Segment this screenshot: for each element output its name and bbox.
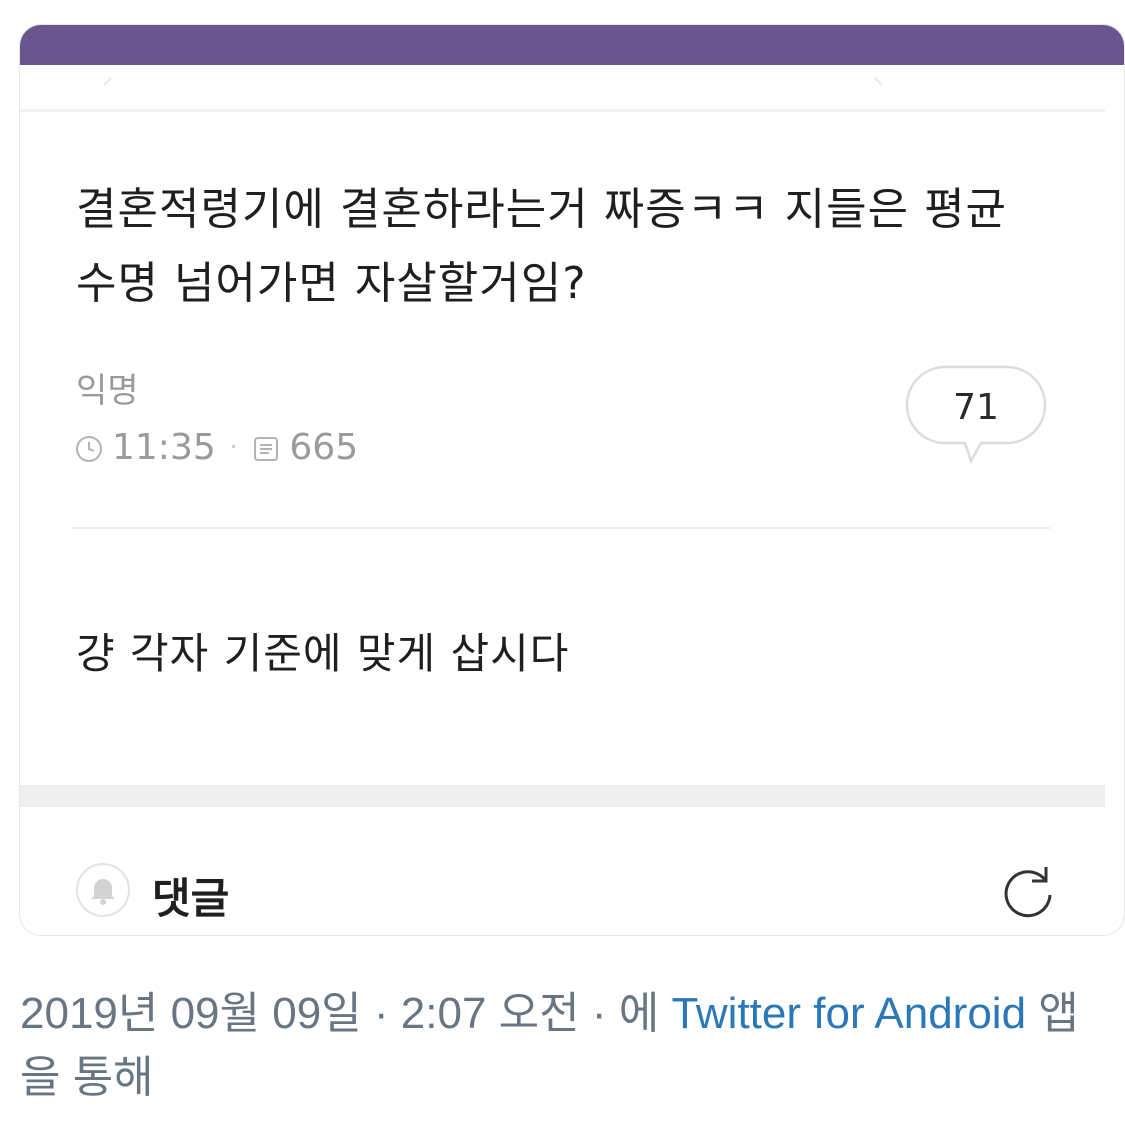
- tweet-date: 2019년 09월 09일: [20, 989, 362, 1038]
- post-author: 익명: [76, 371, 139, 411]
- back-arrow-icon[interactable]: [103, 77, 119, 93]
- views-icon: [251, 432, 281, 462]
- post-title: 결혼적령기에 결혼하라는거 짜증ㅋㅋ 지들은 평균수명 넘어가면 자살할거임?: [76, 184, 1008, 309]
- tweet-separator: ·: [373, 989, 389, 1038]
- refresh-icon[interactable]: [996, 859, 1060, 923]
- post-body: 걍 각자 기준에 맞게 삽시다: [76, 629, 570, 678]
- comment-count-bubble[interactable]: 71: [905, 365, 1047, 465]
- comment-count: 71: [953, 387, 999, 428]
- clock-icon: [74, 432, 104, 462]
- nav-arrow-icon[interactable]: [867, 77, 883, 93]
- bell-icon[interactable]: [74, 861, 132, 919]
- meta-separator: ·: [229, 433, 238, 461]
- app-nav-strip: [20, 65, 1124, 109]
- screenshot-card: 결혼적령기에 결혼하라는거 짜증ㅋㅋ 지들은 평균수명 넘어가면 자살할거임? …: [19, 24, 1125, 936]
- tweet-footer: 2019년 09월 09일 · 2:07 오전 · 에 Twitter for …: [20, 982, 1110, 1110]
- tweet-via-prefix: 에: [618, 989, 660, 1038]
- post-meta: 11:35 · 665: [74, 425, 358, 469]
- tweet-separator: ·: [591, 989, 607, 1038]
- tweet-source-link[interactable]: Twitter for Android: [671, 989, 1026, 1038]
- post-views: 665: [289, 426, 359, 468]
- comments-label: 댓글: [152, 874, 230, 923]
- divider: [72, 527, 1050, 529]
- post-time: 11:35: [112, 426, 216, 468]
- app-header-bar: [20, 25, 1124, 65]
- divider: [20, 109, 1105, 112]
- section-divider: [20, 785, 1105, 807]
- page: 결혼적령기에 결혼하라는거 짜증ㅋㅋ 지들은 평균수명 넘어가면 자살할거임? …: [0, 0, 1125, 1123]
- comments-bar: 댓글: [20, 855, 1124, 925]
- tweet-time: 2:07 오전: [400, 989, 580, 1038]
